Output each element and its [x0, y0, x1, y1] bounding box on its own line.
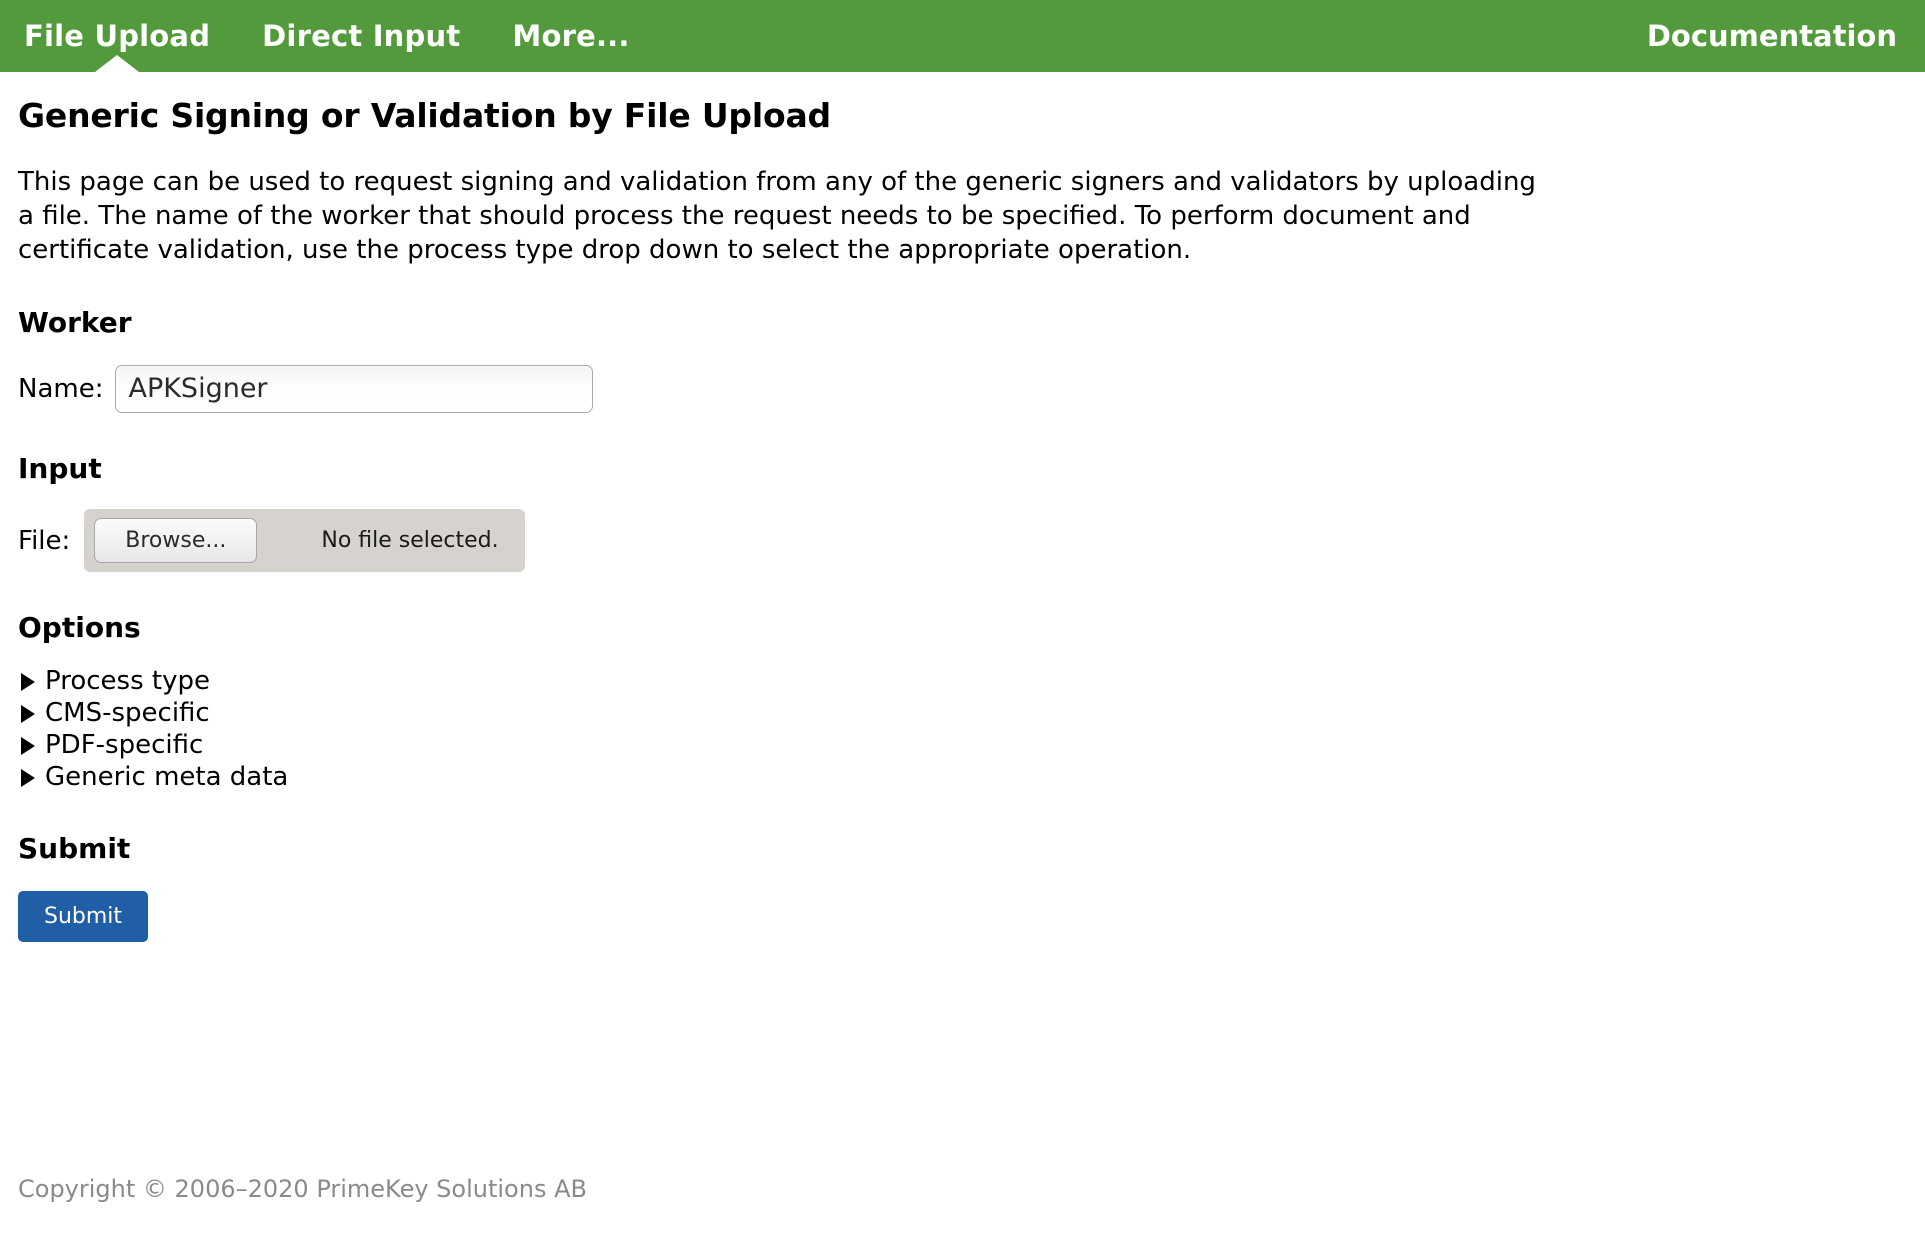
file-label: File: [18, 525, 71, 556]
section-heading-worker: Worker [18, 306, 132, 339]
submit-button-wrap: Submit [18, 891, 1907, 942]
nav-link-documentation[interactable]: Documentation [1647, 0, 1925, 72]
triangle-right-icon [21, 672, 35, 691]
section-heading-options: Options [18, 611, 141, 644]
option-disclosure-pdf-specific[interactable]: PDF-specific [18, 730, 203, 761]
option-label: Generic meta data [45, 762, 289, 792]
triangle-right-icon [21, 704, 35, 723]
section-heading-input: Input [18, 452, 102, 485]
worker-name-label: Name: [18, 374, 104, 404]
active-tab-pointer-icon [95, 55, 139, 72]
option-disclosure-process-type[interactable]: Process type [18, 666, 210, 697]
option-disclosure-generic-meta-data[interactable]: Generic meta data [18, 762, 288, 793]
file-upload-widget[interactable]: Browse... No file selected. [84, 509, 526, 572]
page-title: Generic Signing or Validation by File Up… [18, 96, 831, 135]
option-label: Process type [45, 666, 210, 696]
footer-copyright: Copyright © 2006–2020 PrimeKey Solutions… [18, 1175, 587, 1203]
page-content: Generic Signing or Validation by File Up… [0, 96, 1925, 942]
option-label: CMS-specific [45, 698, 210, 728]
nav-item-more[interactable]: More... [512, 0, 677, 72]
triangle-right-icon [21, 768, 35, 787]
page-description: This page can be used to request signing… [18, 167, 1536, 265]
file-input-row: File: Browse... No file selected. [18, 509, 1907, 572]
option-disclosure-cms-specific[interactable]: CMS-specific [18, 698, 210, 729]
nav-item-file-upload[interactable]: File Upload [24, 0, 262, 72]
nav-item-direct-input[interactable]: Direct Input [262, 0, 512, 72]
triangle-right-icon [21, 736, 35, 755]
options-list: Process type CMS-specific PDF-specific G… [18, 666, 1907, 793]
section-heading-submit: Submit [18, 832, 131, 865]
option-label: PDF-specific [45, 730, 204, 760]
worker-name-row: Name: [18, 365, 1907, 413]
top-navigation-bar: File Upload Direct Input More... Documen… [0, 0, 1925, 72]
worker-name-input[interactable] [115, 365, 594, 413]
browse-button[interactable]: Browse... [94, 518, 258, 563]
submit-button[interactable]: Submit [18, 891, 149, 942]
file-selected-status: No file selected. [321, 528, 499, 553]
